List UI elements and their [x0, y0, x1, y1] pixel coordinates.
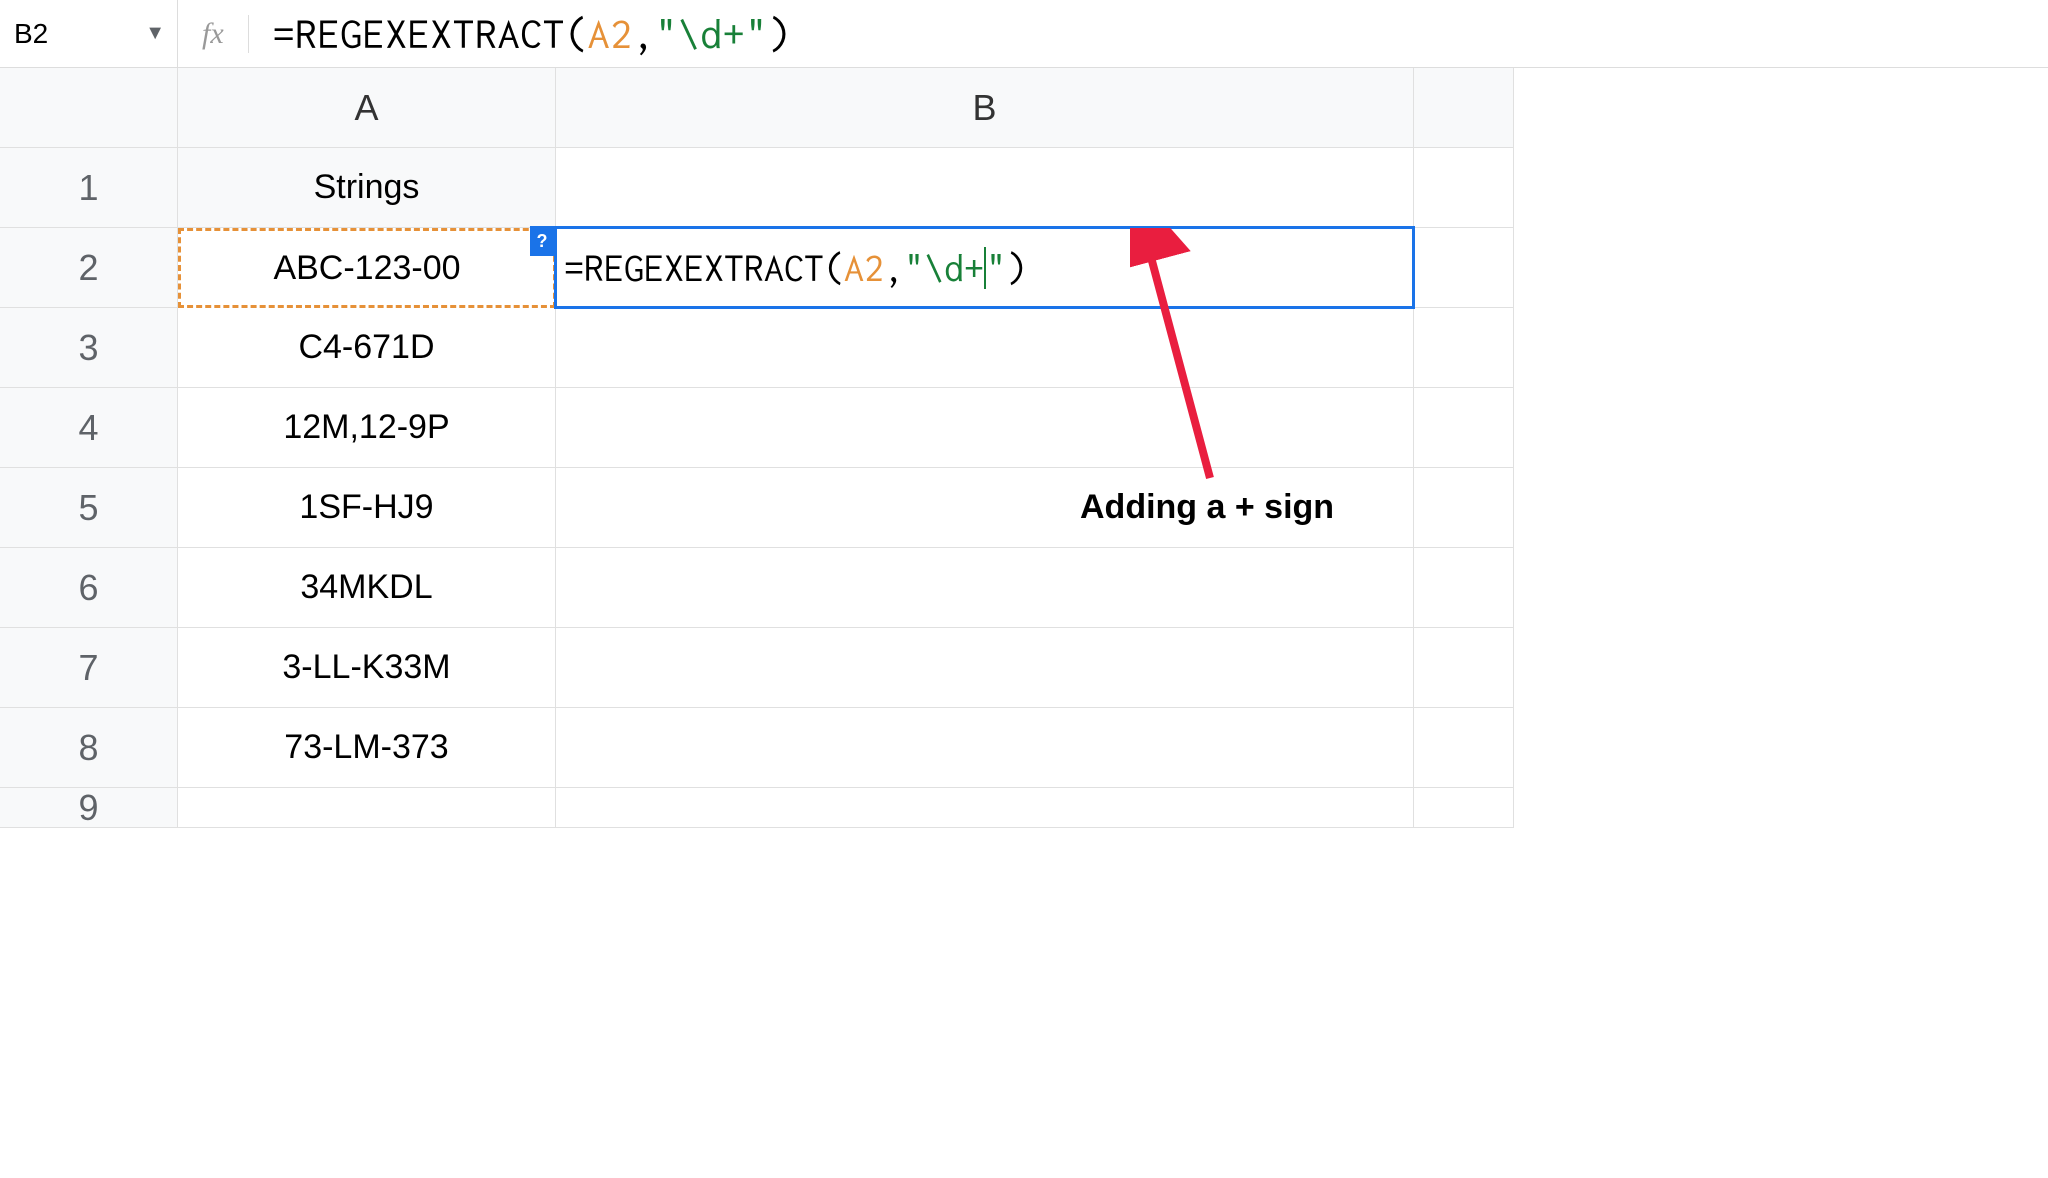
formula-token-paren-close: ): [768, 11, 791, 57]
formula-token-ref: A2: [588, 11, 633, 57]
cell-B9[interactable]: [556, 788, 1414, 828]
formula-input[interactable]: =REGEXEXTRACT ( A2 , " \d+ " ): [273, 11, 2048, 57]
row-header-5[interactable]: 5: [0, 468, 178, 548]
cell-formula-func: =REGEXEXTRACT: [564, 247, 824, 289]
sheet-area: A B 1 Strings 2 ABC-123-00 ? =REGEXEXTRA…: [0, 68, 2048, 828]
cell-C4[interactable]: [1414, 388, 1514, 468]
formula-token-regex: \d+: [678, 11, 746, 57]
cell-B2-formula: =REGEXEXTRACT ( A2 , " \d+ " ): [556, 247, 1413, 289]
cell-formula-comma: ,: [884, 247, 904, 289]
formula-token-func: =REGEXEXTRACT: [273, 11, 566, 57]
col-header-extra[interactable]: [1414, 68, 1514, 148]
row-header-4[interactable]: 4: [0, 388, 178, 468]
cell-formula-paren-open: (: [824, 247, 844, 289]
cell-A5[interactable]: 1SF-HJ9: [178, 468, 556, 548]
cell-C1[interactable]: [1414, 148, 1514, 228]
cell-formula-regex: \d+: [924, 247, 984, 289]
cell-C9[interactable]: [1414, 788, 1514, 828]
cell-B6[interactable]: [556, 548, 1414, 628]
cell-B1[interactable]: [556, 148, 1414, 228]
cell-A3[interactable]: C4-671D: [178, 308, 556, 388]
cell-A2[interactable]: ABC-123-00: [178, 228, 556, 308]
cell-A7[interactable]: 3-LL-K33M: [178, 628, 556, 708]
row-header-7[interactable]: 7: [0, 628, 178, 708]
row-header-8[interactable]: 8: [0, 708, 178, 788]
select-all-corner[interactable]: [0, 68, 178, 148]
cell-C5[interactable]: [1414, 468, 1514, 548]
cell-A9[interactable]: [178, 788, 556, 828]
formula-help-badge[interactable]: ?: [530, 226, 554, 256]
formula-bar: B2 ▼ fx =REGEXEXTRACT ( A2 , " \d+ " ): [0, 0, 2048, 68]
cell-B2[interactable]: ? =REGEXEXTRACT ( A2 , " \d+ " ): [556, 228, 1414, 308]
fx-divider: [248, 15, 249, 53]
cell-A6[interactable]: 34MKDL: [178, 548, 556, 628]
annotation-label: Adding a + sign: [1080, 488, 1334, 527]
cell-A4[interactable]: 12M,12-9P: [178, 388, 556, 468]
formula-token-comma: ,: [633, 11, 656, 57]
row-header-6[interactable]: 6: [0, 548, 178, 628]
cell-A8[interactable]: 73-LM-373: [178, 708, 556, 788]
formula-token-quote2: ": [745, 11, 768, 57]
fx-label: fx: [178, 17, 248, 51]
row-header-2[interactable]: 2: [0, 228, 178, 308]
cell-C7[interactable]: [1414, 628, 1514, 708]
cell-B8[interactable]: [556, 708, 1414, 788]
name-box-dropdown-icon[interactable]: ▼: [145, 22, 165, 45]
cell-C8[interactable]: [1414, 708, 1514, 788]
cell-formula-ref: A2: [844, 247, 884, 289]
cell-formula-paren-close: ): [1006, 247, 1026, 289]
col-header-B[interactable]: B: [556, 68, 1414, 148]
row-header-3[interactable]: 3: [0, 308, 178, 388]
col-header-A[interactable]: A: [178, 68, 556, 148]
cell-C6[interactable]: [1414, 548, 1514, 628]
cell-C3[interactable]: [1414, 308, 1514, 388]
name-box[interactable]: B2 ▼: [0, 0, 178, 67]
spreadsheet-grid[interactable]: A B 1 Strings 2 ABC-123-00 ? =REGEXEXTRA…: [0, 68, 2048, 828]
cell-A1[interactable]: Strings: [178, 148, 556, 228]
cell-B4[interactable]: [556, 388, 1414, 468]
name-box-value: B2: [14, 18, 48, 50]
cell-B7[interactable]: [556, 628, 1414, 708]
row-header-9[interactable]: 9: [0, 788, 178, 828]
formula-token-quote1: ": [655, 11, 678, 57]
cell-formula-quote1: ": [904, 247, 924, 289]
formula-token-paren-open: (: [565, 11, 588, 57]
cell-formula-quote2: ": [986, 247, 1006, 289]
cell-C2[interactable]: [1414, 228, 1514, 308]
cell-B3[interactable]: [556, 308, 1414, 388]
row-header-1[interactable]: 1: [0, 148, 178, 228]
